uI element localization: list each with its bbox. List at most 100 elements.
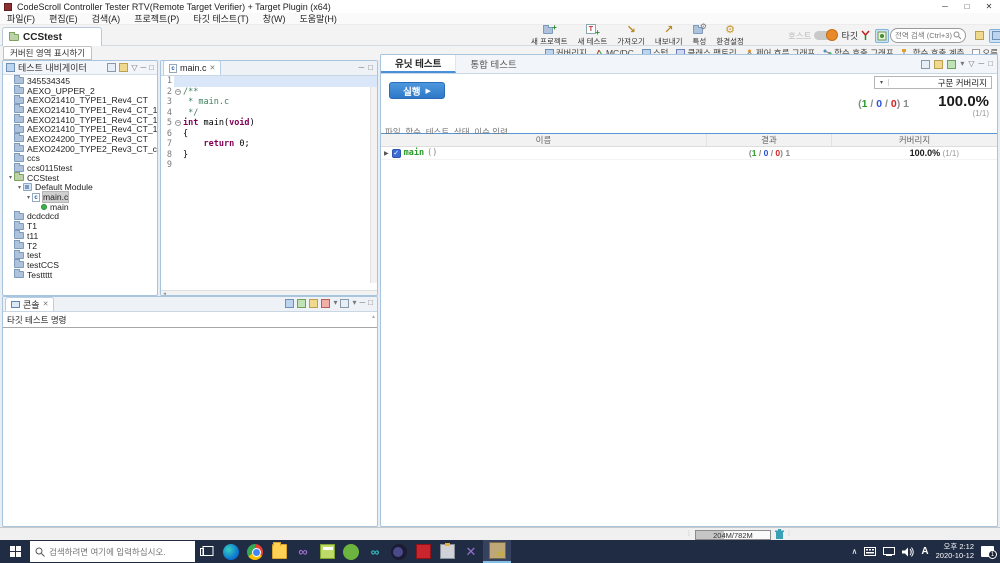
taskbar-eclipse-icon[interactable] [387, 540, 411, 563]
network-icon[interactable] [883, 547, 896, 556]
tab-unit-test[interactable]: 유닛 테스트 [381, 55, 457, 73]
toolbar-button-import[interactable]: ↘ 가져오기 [614, 24, 648, 46]
merge-result-icon[interactable] [858, 29, 872, 43]
dropdown-arrow-icon[interactable]: ▾ [333, 298, 337, 308]
taskbar-edge-icon[interactable] [219, 540, 243, 563]
tree-item-Testtttt[interactable]: Testtttt [3, 269, 157, 280]
taskbar-chrome-icon[interactable] [243, 540, 267, 563]
taskbar-file-explorer-icon[interactable] [267, 540, 291, 563]
run-button[interactable]: 실행 ▶ [389, 82, 445, 99]
toolbar-button-properties[interactable]: ⚙ 특성 [690, 22, 710, 46]
expand-arrow-icon[interactable]: ▾ [7, 174, 14, 181]
minimize-panel-icon[interactable]: ─ [359, 298, 365, 308]
global-search-input[interactable] [895, 31, 953, 40]
close-console-icon[interactable]: ✕ [43, 300, 49, 310]
toolbar-button-new-project[interactable]: + 새 프로젝트 [528, 23, 571, 46]
global-search-box[interactable] [890, 28, 966, 43]
taskbar-controller-tester-icon[interactable]: ct [483, 540, 511, 563]
minimize-panel-icon[interactable]: ─ [978, 59, 984, 69]
menu-item-0[interactable]: 파일(F) [0, 13, 42, 25]
action-center-icon[interactable]: 1 [981, 546, 997, 559]
console-scrollbar[interactable]: ▲ [371, 314, 376, 320]
editor-tab-main-c[interactable]: c main.c ✕ [163, 61, 222, 75]
tree-item-AEXO21410_TYPE1_Rev4_CT[interactable]: AEXO21410_TYPE1_Rev4_CT [3, 94, 157, 105]
tree-item-AEXO21410_TYPE1_Rev4_CT_11[interactable]: AEXO21410_TYPE1_Rev4_CT_11 [3, 123, 157, 134]
column-header-result[interactable]: 결과 [707, 134, 832, 146]
taskbar-visual-studio-icon[interactable]: ∞ [291, 540, 315, 563]
virtual-board-icon[interactable] [875, 28, 889, 43]
tree-item-AEXO_UPPER_2[interactable]: AEXO_UPPER_2 [3, 85, 157, 96]
menu-item-3[interactable]: 프로젝트(P) [127, 13, 186, 25]
tree-item-AEXO21410_TYPE1_Rev4_CT_1[interactable]: AEXO21410_TYPE1_Rev4_CT_1 [3, 104, 157, 115]
tree-item-T1[interactable]: T1 [3, 220, 157, 231]
dropdown-arrow-icon[interactable]: ▾ [352, 298, 356, 308]
collapse-all-icon[interactable] [119, 63, 129, 72]
expand-arrow-icon[interactable]: ▾ [25, 194, 32, 201]
heap-memory-gauge[interactable]: 204M/782M [694, 529, 771, 540]
expand-row-icon[interactable]: ▶ [384, 150, 389, 157]
tree-item-main[interactable]: main [3, 202, 157, 212]
column-header-coverage[interactable]: 커버리지 [832, 134, 997, 146]
toolbar-button-export[interactable]: ↗ 내보내기 [652, 24, 686, 46]
tree-item-T2[interactable]: T2 [3, 240, 157, 251]
tree-item-AEXO24200_TYPE2_Rev3_CT_copy[interactable]: AEXO24200_TYPE2_Rev3_CT_copy [3, 143, 157, 154]
display-selected-console-icon[interactable] [321, 298, 331, 308]
maximize-window-button[interactable]: □ [956, 0, 978, 13]
open-perspective-icon[interactable] [972, 29, 986, 43]
show-covered-area-button[interactable]: 커버된 영역 표시하기 [3, 46, 93, 60]
menu-item-1[interactable]: 편집(E) [42, 13, 85, 25]
close-window-button[interactable]: ✕ [978, 0, 1000, 13]
code-editor[interactable]: ▲ ◀ 1 2 − /** 3 * main.c 4 */ 5 − int ma… [161, 76, 377, 295]
link-with-editor-icon[interactable] [107, 63, 117, 72]
menu-item-2[interactable]: 검색(A) [85, 13, 128, 25]
coverage-perspective-icon[interactable] [989, 28, 1000, 43]
taskbar-task-view-icon[interactable] [195, 540, 219, 563]
tree-item-345534345[interactable]: 345534345 [3, 75, 157, 86]
project-tab-ccstest[interactable]: CCStest [2, 27, 102, 46]
ime-indicator[interactable]: A [921, 546, 928, 557]
tree-item-AEXO21410_TYPE1_Rev4_CT_1_copy[interactable]: AEXO21410_TYPE1_Rev4_CT_1_copy [3, 114, 157, 125]
checkbox-checked-icon[interactable]: ✓ [391, 148, 401, 158]
maximize-panel-icon[interactable]: □ [368, 298, 373, 308]
maximize-editor-icon[interactable]: □ [368, 63, 373, 73]
tree-item-ccs[interactable]: ccs [3, 152, 157, 163]
tree-item-main.c[interactable]: ▾ c main.c [3, 191, 157, 204]
host-target-toggle[interactable] [814, 29, 839, 41]
volume-icon[interactable] [902, 546, 915, 557]
menu-item-5[interactable]: 창(W) [256, 13, 293, 25]
tree-item-ccs0115test[interactable]: ccs0115test [3, 162, 157, 173]
start-button[interactable] [0, 540, 30, 563]
taskbar-search-box[interactable] [30, 541, 195, 562]
test-settings-icon[interactable] [934, 59, 944, 69]
tree-item-Default Module[interactable]: ▾ Default Module [3, 182, 157, 192]
show-view-icon[interactable] [921, 59, 931, 69]
column-header-name[interactable]: 이름 [381, 134, 707, 146]
close-tab-icon[interactable]: ✕ [210, 64, 216, 72]
minimize-editor-icon[interactable]: ─ [358, 63, 364, 73]
fold-marker-icon[interactable]: − [175, 88, 181, 95]
menu-item-6[interactable]: 도움말(H) [293, 13, 344, 25]
open-console-icon[interactable] [340, 298, 350, 308]
keyboard-icon[interactable] [864, 547, 877, 556]
taskbar-teal-app-icon[interactable]: ∞ [363, 540, 387, 563]
minimize-panel-icon[interactable]: ─ [140, 63, 146, 73]
maximize-panel-icon[interactable]: □ [149, 63, 154, 73]
fold-marker-icon[interactable]: − [175, 120, 181, 126]
menu-item-4[interactable]: 타깃 테스트(T) [186, 13, 255, 25]
taskbar-spring-tool-icon[interactable] [339, 540, 363, 563]
minimize-window-button[interactable]: ─ [934, 0, 956, 13]
view-menu-icon[interactable]: ▽ [968, 59, 974, 69]
dropdown-arrow-icon[interactable]: ▾ [960, 59, 964, 69]
taskbar-clock[interactable]: 오후 2:12 2020-10-12 [936, 542, 974, 560]
toolbar-button-preferences[interactable]: ⚙ 환경설정 [713, 24, 747, 46]
taskbar-red-cube-icon[interactable] [411, 540, 435, 563]
view-menu-icon[interactable]: ▽ [131, 63, 137, 73]
taskbar-search-input[interactable] [49, 546, 179, 557]
coverage-bars-icon[interactable] [947, 59, 957, 69]
pin-console-icon[interactable] [309, 298, 319, 308]
taskbar-clipboard-app-icon[interactable] [435, 540, 459, 563]
maximize-panel-icon[interactable]: □ [988, 59, 993, 69]
taskbar-green-editor-icon[interactable] [315, 540, 339, 563]
tree-item-testCCS[interactable]: testCCS [3, 259, 157, 270]
tree-item-AEXO24200_TYPE2_Rev3_CT[interactable]: AEXO24200_TYPE2_Rev3_CT [3, 133, 157, 144]
